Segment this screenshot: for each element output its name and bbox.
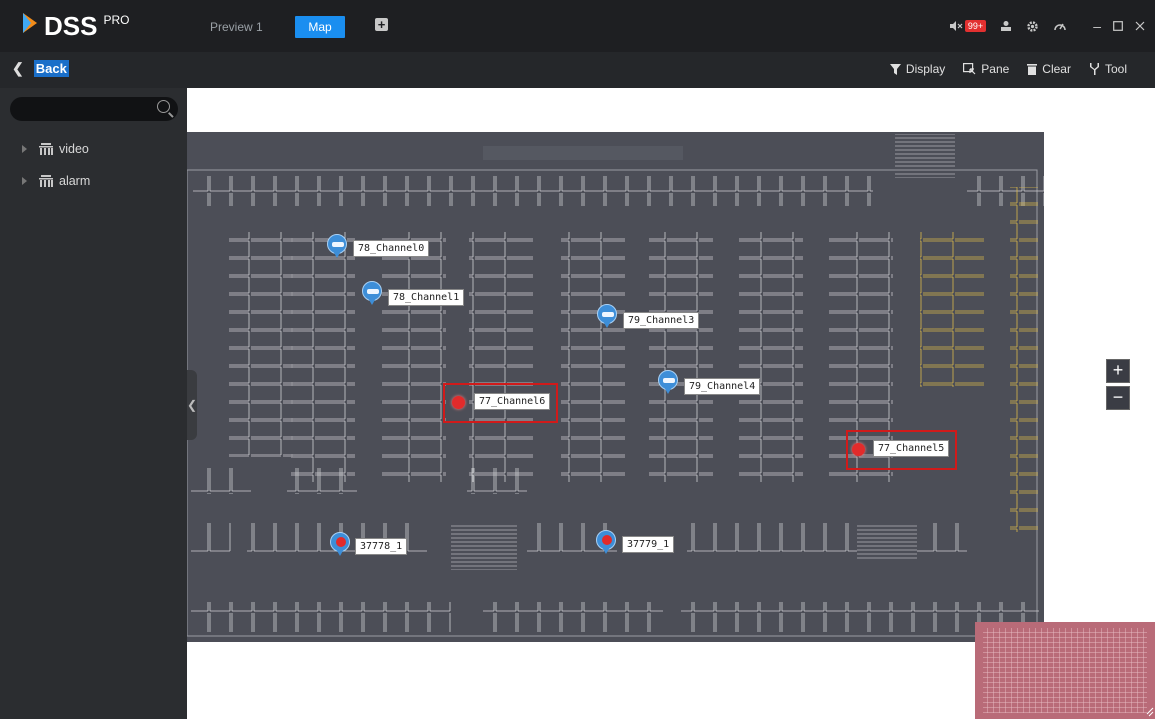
alarm-camera-icon[interactable] [596,530,616,554]
map-tools: Display Pane Clear Tool [889,62,1127,76]
close-icon[interactable] [1135,21,1145,31]
channel-label-77-channel6[interactable]: 77_Channel6 [474,393,551,410]
tool-button[interactable]: Tool [1089,62,1127,76]
expand-arrow-icon[interactable] [22,145,27,153]
tree-label-alarm: alarm [59,174,91,188]
channel-label-78-channel0[interactable]: 78_Channel0 [353,240,430,257]
zoom-in-button[interactable]: + [1106,359,1130,383]
clear-icon [1027,64,1038,75]
brand-name: DSS [44,11,98,41]
search-input[interactable] [10,97,178,121]
channel-label-37778-1[interactable]: 37778_1 [355,538,408,555]
channel-label-77-channel5[interactable]: 77_Channel5 [873,440,950,457]
camera-icon[interactable] [658,370,678,394]
device-tree-icon [39,175,53,187]
dss-logo-icon [23,13,37,33]
zoom-out-button[interactable]: − [1106,386,1130,410]
clear-label: Clear [1042,62,1071,76]
pane-icon [963,63,976,75]
collapse-sidebar-handle[interactable]: ❮ [187,370,197,440]
brand-edition: PRO [103,13,130,27]
minimap-preview [975,622,1155,719]
parking-map[interactable] [186,132,1059,642]
device-sidebar: video alarm [0,88,187,719]
user-icon[interactable] [1000,20,1012,32]
minimap[interactable] [975,622,1155,719]
camera-icon[interactable] [597,304,617,328]
tool-icon [1089,63,1099,75]
channel-label-79-channel4[interactable]: 79_Channel4 [684,378,761,395]
add-tab-icon[interactable]: + [375,18,388,31]
minimize-icon[interactable]: – [1093,18,1101,34]
device-tree-icon [39,143,53,155]
expand-arrow-icon[interactable] [22,177,27,185]
alarm-input-icon[interactable] [852,443,865,456]
channel-label-37779-1[interactable]: 37779_1 [622,536,675,553]
channel-label-79-channel3[interactable]: 79_Channel3 [623,312,700,329]
pane-button[interactable]: Pane [963,62,1009,76]
settings-icon[interactable] [1026,20,1039,33]
camera-icon[interactable] [327,234,347,258]
tree-item-video[interactable]: video [22,142,89,156]
display-label: Display [905,62,946,76]
tool-label: Tool [1104,62,1127,76]
clear-button[interactable]: Clear [1027,62,1071,76]
maximize-icon[interactable] [1113,21,1123,31]
parking-floor-plan [186,132,1059,642]
tree-item-alarm[interactable]: alarm [22,174,90,188]
tab-map[interactable]: Map [295,16,345,38]
alarm-camera-icon[interactable] [330,532,350,556]
notification-badge[interactable]: 99+ [964,20,987,32]
tree-label-video: video [59,142,89,156]
pane-label: Pane [981,62,1010,76]
camera-icon[interactable] [362,281,382,305]
back-button[interactable]: ❮ Back [12,60,69,77]
tab-preview-1[interactable]: Preview 1 [200,16,273,38]
map-toolbar: ❮ Back Display Pane Clear Tool [0,52,1155,88]
title-bar: DSS PRO Preview 1 Map + 99+ – [0,0,1155,52]
channel-label-78-channel1[interactable]: 78_Channel1 [388,289,465,306]
app-logo: DSS PRO [22,12,129,40]
performance-icon[interactable] [1053,20,1067,32]
window-controls: 99+ – [949,14,1155,38]
back-label: Back [33,60,69,77]
alarm-input-icon[interactable] [452,396,465,409]
search-icon[interactable] [157,100,170,113]
filter-icon [889,63,901,75]
chevron-left-icon: ❮ [12,60,24,76]
display-button[interactable]: Display [889,62,946,76]
mute-icon[interactable] [949,20,963,32]
